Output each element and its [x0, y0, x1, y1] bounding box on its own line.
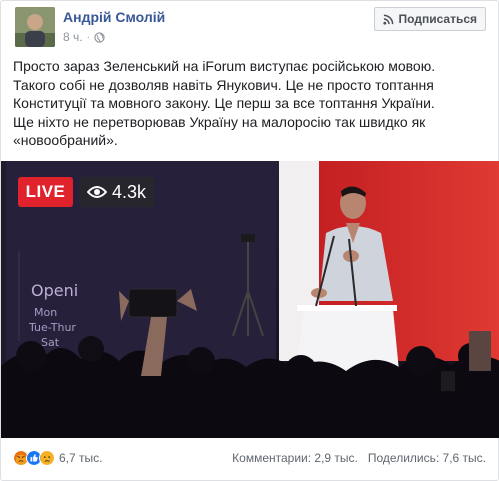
- board-text: Tue-Thur: [28, 321, 76, 334]
- eye-icon: [87, 186, 107, 198]
- avatar[interactable]: [15, 7, 55, 47]
- shares-link[interactable]: Поделились: 7,6 тыс.: [368, 451, 486, 465]
- board-text: Openi: [31, 281, 78, 300]
- post-text-line: Ще ніхто не перетворював Україну на мало…: [13, 113, 426, 130]
- post-footer: 6,7 тыс. Комментарии: 2,9 тыс. Поделилис…: [13, 446, 486, 470]
- post-text: Просто зараз Зеленський на iForum виступ…: [13, 57, 485, 150]
- video-frame: Openi Mon Tue-Thur Sat: [1, 161, 499, 438]
- post-text-line: Конституції та мовного закону. Це перш з…: [13, 95, 435, 112]
- live-video-player[interactable]: Openi Mon Tue-Thur Sat: [1, 161, 499, 438]
- facebook-post: Андрій Смолій 8 ч. · Подписаться Просто …: [0, 0, 499, 481]
- post-text-line: «новообраний».: [13, 132, 118, 149]
- board-text: Sat: [41, 336, 60, 349]
- comments-link[interactable]: Комментарии: 2,9 тыс.: [232, 451, 358, 465]
- viewer-count: 4.3k: [112, 181, 147, 202]
- engagement-stats: Комментарии: 2,9 тыс. Поделились: 7,6 ты…: [232, 451, 486, 465]
- board-text: Mon: [34, 306, 57, 319]
- meta-separator: ·: [86, 31, 90, 43]
- sad-icon: [39, 450, 55, 466]
- viewer-count-badge: 4.3k: [79, 177, 154, 207]
- reaction-count: 6,7 тыс.: [59, 451, 103, 465]
- subscribe-button[interactable]: Подписаться: [373, 7, 486, 31]
- rss-icon: [382, 14, 393, 25]
- post-text-line: Такого собі не дозволяв навіть Янукович.…: [13, 76, 434, 93]
- post-time[interactable]: 8 ч.: [63, 30, 83, 44]
- post-meta: 8 ч. ·: [63, 30, 105, 44]
- globe-icon: [94, 31, 105, 43]
- reactions-summary[interactable]: 6,7 тыс.: [13, 450, 102, 466]
- subscribe-label: Подписаться: [398, 12, 477, 26]
- post-header: Андрій Смолій 8 ч. · Подписаться: [13, 5, 486, 49]
- live-badge: LIVE: [18, 177, 73, 207]
- post-text-line: Просто зараз Зеленський на iForum виступ…: [13, 58, 436, 74]
- author-name[interactable]: Андрій Смолій: [63, 9, 165, 25]
